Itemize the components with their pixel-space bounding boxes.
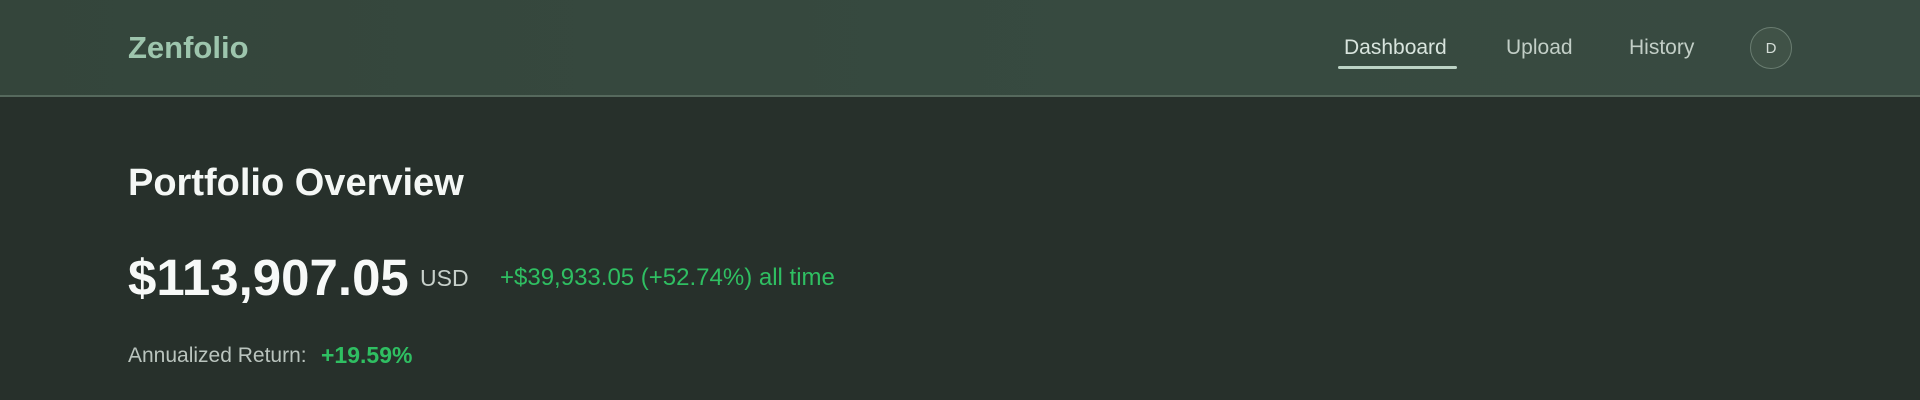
nav-tab-history[interactable]: History bbox=[1629, 36, 1694, 60]
active-tab-indicator bbox=[1338, 66, 1457, 69]
user-avatar[interactable]: D bbox=[1750, 27, 1792, 69]
portfolio-total-value: $113,907.05 bbox=[128, 249, 409, 306]
annualized-return-value: +19.59% bbox=[321, 342, 413, 368]
nav-tab-dashboard[interactable]: Dashboard bbox=[1344, 36, 1447, 60]
all-time-change: +$39,933.05 (+52.74%) all time bbox=[500, 264, 835, 291]
brand-logo[interactable]: Zenfolio bbox=[128, 30, 249, 66]
page-title: Portfolio Overview bbox=[128, 162, 464, 204]
top-nav-bar: Zenfolio Dashboard Upload History D bbox=[0, 0, 1920, 97]
nav-tab-upload[interactable]: Upload bbox=[1506, 36, 1573, 60]
annualized-return-label: Annualized Return: bbox=[128, 344, 307, 367]
currency-label: USD bbox=[420, 265, 469, 291]
